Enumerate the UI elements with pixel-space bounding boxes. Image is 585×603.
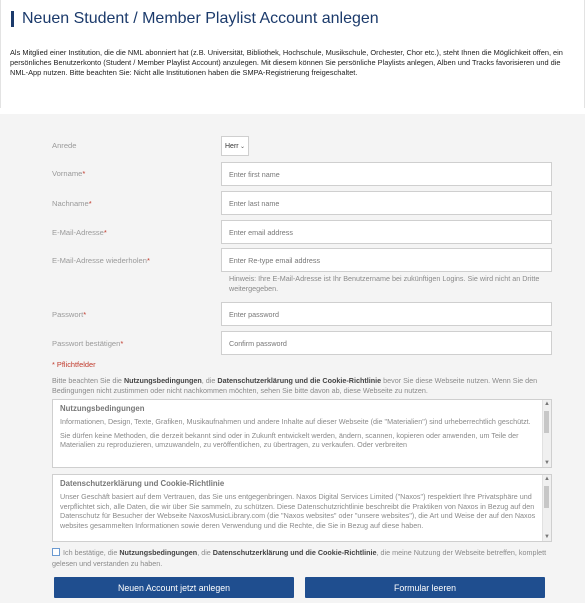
- required-fields-note: * Pflichtfelder: [52, 360, 96, 369]
- scroll-down-icon[interactable]: ▼: [544, 534, 550, 540]
- create-account-button[interactable]: Neuen Account jetzt anlegen: [54, 577, 294, 598]
- passwort-confirm-placeholder: Confirm password: [229, 338, 287, 348]
- vorname-label: Vorname*: [52, 169, 85, 178]
- email-repeat-label: E-Mail-Adresse wiederholen*: [52, 256, 150, 265]
- required-marker: *: [82, 169, 86, 178]
- email-input[interactable]: Enter email address: [221, 220, 552, 244]
- passwort-confirm-label-text: Passwort bestätigen: [52, 339, 121, 348]
- terms-box-title: Nutzungsbedingungen: [60, 404, 145, 413]
- vorname-placeholder: Enter first name: [229, 169, 280, 179]
- required-marker: *: [103, 228, 107, 237]
- consent-checkbox[interactable]: [52, 548, 60, 556]
- terms-box-para-2: Sie dürfen keine Methoden, die derzeit b…: [60, 430, 519, 450]
- required-marker: *: [88, 199, 92, 208]
- form-top-gap: [0, 108, 585, 114]
- terms-box-para-1: Informationen, Design, Texte, Grafiken, …: [60, 417, 531, 426]
- privacy-link[interactable]: Datenschutzerklärung und die Cookie-Rich…: [217, 376, 381, 385]
- privacy-box[interactable]: Datenschutzerklärung und Cookie-Richtlin…: [52, 474, 552, 542]
- anrede-label: Anrede: [52, 141, 77, 150]
- scroll-up-icon[interactable]: ▲: [544, 401, 550, 407]
- nachname-placeholder: Enter last name: [229, 198, 280, 208]
- clear-form-button[interactable]: Formular leeren: [305, 577, 545, 598]
- nachname-label: Nachname*: [52, 199, 92, 208]
- vorname-input[interactable]: Enter first name: [221, 162, 552, 186]
- nachname-input[interactable]: Enter last name: [221, 191, 552, 215]
- passwort-input[interactable]: Enter password: [221, 302, 552, 326]
- terms-scroll-thumb[interactable]: [544, 411, 549, 433]
- consent-terms-link[interactable]: Nutzungsbedingungen: [119, 548, 197, 557]
- page-title: Neuen Student / Member Playlist Account …: [22, 10, 379, 27]
- nachname-label-text: Nachname: [52, 199, 89, 208]
- chevron-down-icon: ⌄: [239, 143, 245, 150]
- email-repeat-label-text: E-Mail-Adresse wiederholen: [52, 256, 147, 265]
- terms-scrollbar[interactable]: ▲ ▼: [542, 400, 551, 467]
- anrede-select[interactable]: Herr ⌄: [221, 136, 249, 156]
- passwort-label: Passwort*: [52, 310, 86, 319]
- terms-box[interactable]: Nutzungsbedingungen Informationen, Desig…: [52, 399, 552, 468]
- terms-link[interactable]: Nutzungsbedingungen: [124, 376, 202, 385]
- email-repeat-input[interactable]: Enter Re-type email address: [221, 248, 552, 272]
- scroll-up-icon[interactable]: ▲: [544, 476, 550, 482]
- required-marker: *: [146, 256, 150, 265]
- scroll-down-icon[interactable]: ▼: [544, 460, 550, 466]
- notice-text-1: Bitte beachten Sie die: [52, 376, 124, 385]
- title-accent-bar: [11, 11, 14, 27]
- consent-row: Ich bestätige, die Nutzungsbedingungen, …: [52, 547, 552, 569]
- consent-text-2: , die: [197, 548, 213, 557]
- terms-notice: Bitte beachten Sie die Nutzungsbedingung…: [52, 376, 552, 395]
- privacy-scrollbar[interactable]: ▲ ▼: [542, 475, 551, 541]
- privacy-box-title: Datenschutzerklärung und Cookie-Richtlin…: [60, 479, 225, 488]
- email-repeat-placeholder: Enter Re-type email address: [229, 255, 321, 265]
- privacy-scroll-thumb[interactable]: [544, 486, 549, 508]
- consent-privacy-link[interactable]: Datenschutzerklärung und die Cookie-Rich…: [213, 548, 377, 557]
- anrede-value: Herr: [225, 142, 239, 150]
- title-wrap: Neuen Student / Member Playlist Account …: [11, 10, 379, 28]
- email-hint: Hinweis: Ihre E-Mail-Adresse ist Ihr Ben…: [229, 274, 540, 293]
- passwort-confirm-input[interactable]: Confirm password: [221, 331, 552, 355]
- required-marker: *: [120, 339, 124, 348]
- email-label-text: E-Mail-Adresse: [52, 228, 104, 237]
- passwort-placeholder: Enter password: [229, 309, 279, 319]
- vorname-label-text: Vorname: [52, 169, 83, 178]
- intro-text: Als Mitglied einer Institution, die die …: [10, 48, 563, 78]
- passwort-label-text: Passwort: [52, 310, 84, 319]
- consent-text-1: Ich bestätige, die: [63, 548, 120, 557]
- passwort-confirm-label: Passwort bestätigen*: [52, 339, 123, 348]
- notice-text-2: , die: [201, 376, 218, 385]
- email-placeholder: Enter email address: [229, 227, 293, 237]
- required-marker: *: [83, 310, 87, 319]
- privacy-box-para-1: Unser Geschäft basiert auf dem Vertrauen…: [60, 492, 536, 530]
- email-label: E-Mail-Adresse*: [52, 228, 107, 237]
